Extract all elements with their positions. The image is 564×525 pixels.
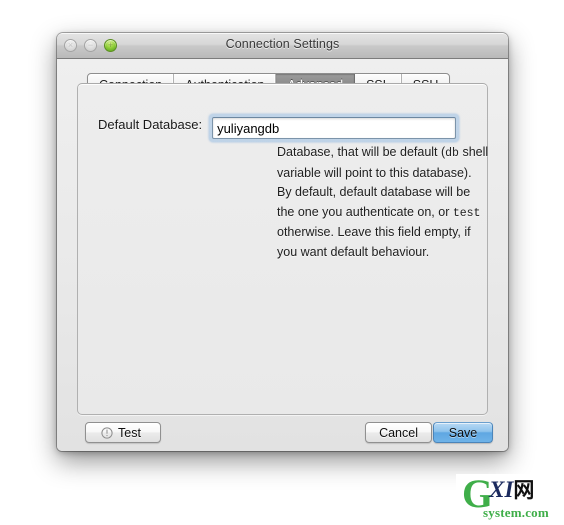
watermark-subtitle: system.com [483,505,549,520]
desc-part-1: Database, that will be default ( [277,145,446,159]
window-titlebar[interactable]: × − + Connection Settings [57,33,508,59]
window-title: Connection Settings [225,37,340,51]
window-body: Connection Authentication Advanced SSL S… [57,59,508,451]
default-database-focus-ring [209,114,460,142]
connection-settings-window: × − + Connection Settings Connection Aut… [57,33,508,451]
default-database-row: Default Database: [98,114,460,142]
save-button[interactable]: Save [433,422,493,443]
advanced-tab-panel: Default Database: Database, that will be… [77,83,488,415]
test-button[interactable]: Test [85,422,161,443]
dialog-footer: Test Cancel Save [57,422,508,448]
warning-circle-icon [101,426,113,439]
watermark-char-wang: 网 [513,478,535,502]
watermark-letters-xi: XI [489,477,514,502]
cancel-button-label: Cancel [379,425,418,440]
watermark: G XI 网 system.com [456,474,564,525]
test-button-label: Test [118,425,141,440]
desc-mono-db: db [445,147,459,160]
desc-mono-test: test [452,206,481,220]
save-button-label: Save [448,425,478,440]
default-database-description: Database, that will be default (db shell… [277,143,489,262]
desc-part-3: otherwise. Leave this field empty, if yo… [277,225,471,259]
screen: × − + Connection Settings Connection Aut… [0,0,564,525]
default-database-label: Default Database: [98,117,203,132]
cancel-button[interactable]: Cancel [365,422,432,443]
default-database-input[interactable] [212,117,457,139]
